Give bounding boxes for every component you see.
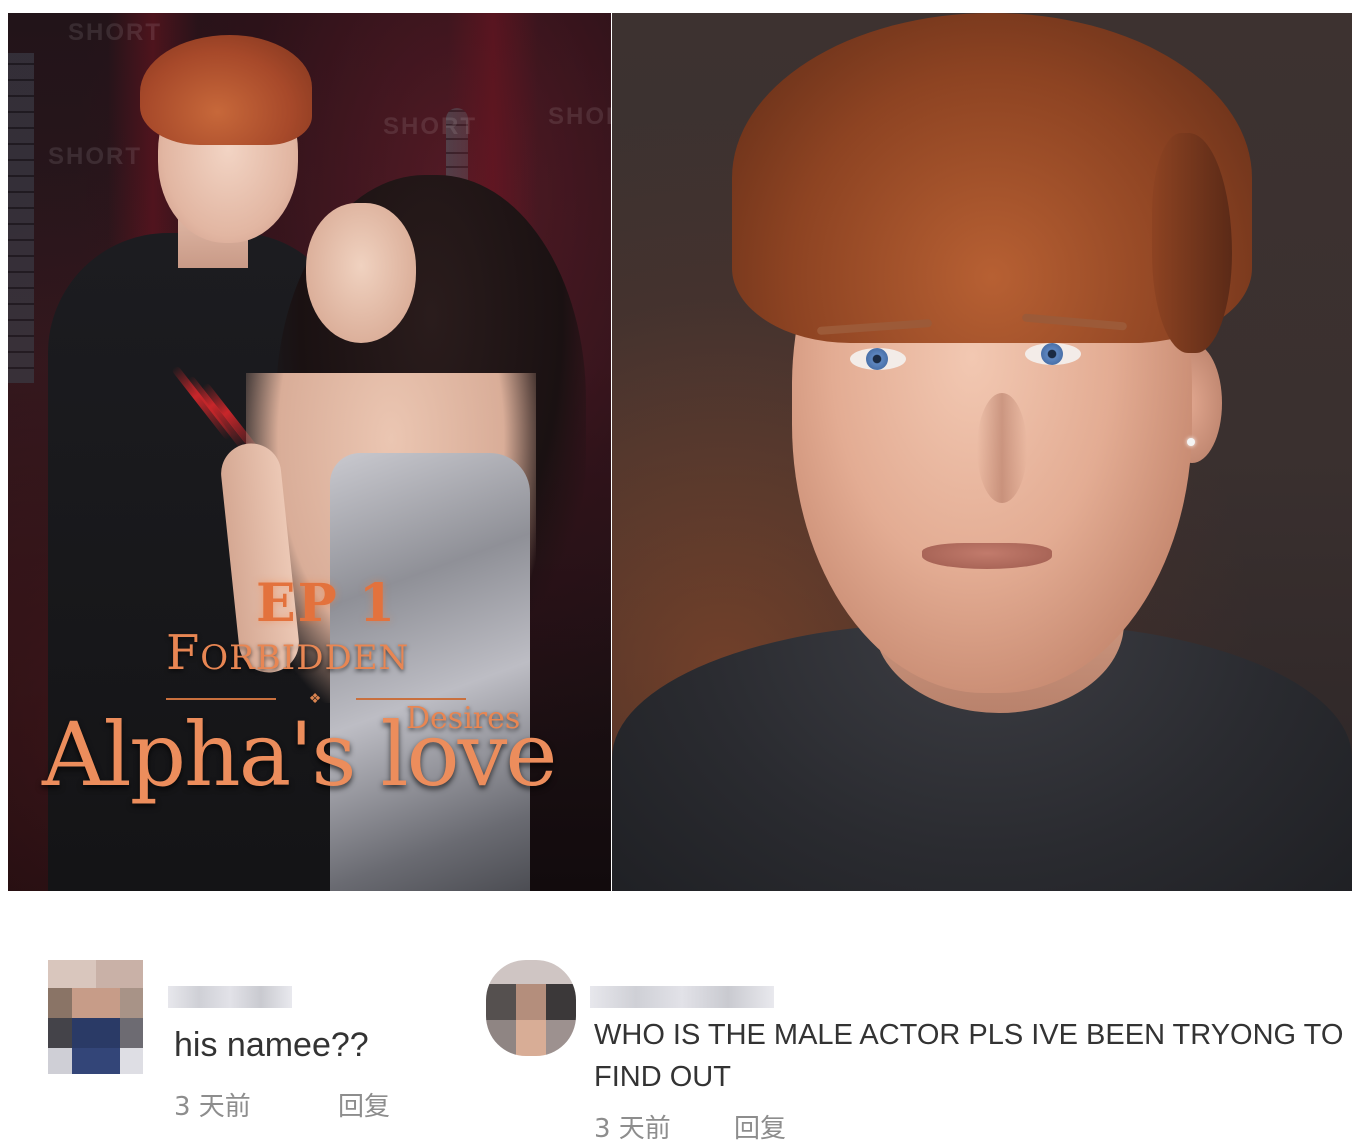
woman-face <box>306 203 416 343</box>
watermark: SHORT <box>48 143 142 170</box>
right-eye <box>1025 343 1081 365</box>
blurred-username[interactable] <box>168 986 292 1008</box>
image-pair: SHORT SHORT SHORT SHORT SHORT SHORT EP 1… <box>8 13 1352 891</box>
poster-title: EP 1 Forbidden ❖ Desires Alpha's love <box>38 573 598 833</box>
left-eye <box>850 348 906 370</box>
actor-headshot-image[interactable] <box>612 13 1352 891</box>
stud-earring <box>1187 438 1195 446</box>
mouth <box>922 543 1052 569</box>
blurred-username[interactable] <box>590 986 774 1008</box>
title-forbidden: Forbidden <box>166 625 410 681</box>
watermark: SHORT <box>383 113 477 140</box>
blurred-avatar[interactable] <box>486 960 576 1056</box>
comment-timestamp: 3 天前 <box>174 1092 251 1122</box>
comment-2: WHO IS THE MALE ACTOR PLS IVE BEEN TRYON… <box>486 960 1356 1144</box>
blurred-avatar[interactable] <box>48 960 143 1075</box>
nose <box>977 393 1027 503</box>
drama-poster-image[interactable]: SHORT SHORT SHORT SHORT SHORT SHORT EP 1… <box>8 13 611 891</box>
man-hair <box>140 35 312 145</box>
watermark: SHORT <box>548 103 611 130</box>
watermark: SHORT <box>68 19 162 46</box>
comment-text: his namee?? <box>174 1026 369 1064</box>
comment-1: his namee?? 3 天前 回复 <box>48 960 448 1130</box>
comment-timestamp: 3 天前 <box>594 1114 671 1144</box>
comment-text: WHO IS THE MALE ACTOR PLS IVE BEEN TRYON… <box>594 1019 1344 1093</box>
gothic-window <box>8 53 34 383</box>
reply-button[interactable]: 回复 <box>734 1108 786 1144</box>
reply-button[interactable]: 回复 <box>338 1086 390 1123</box>
title-alphas-love: Alpha's love <box>42 703 557 806</box>
